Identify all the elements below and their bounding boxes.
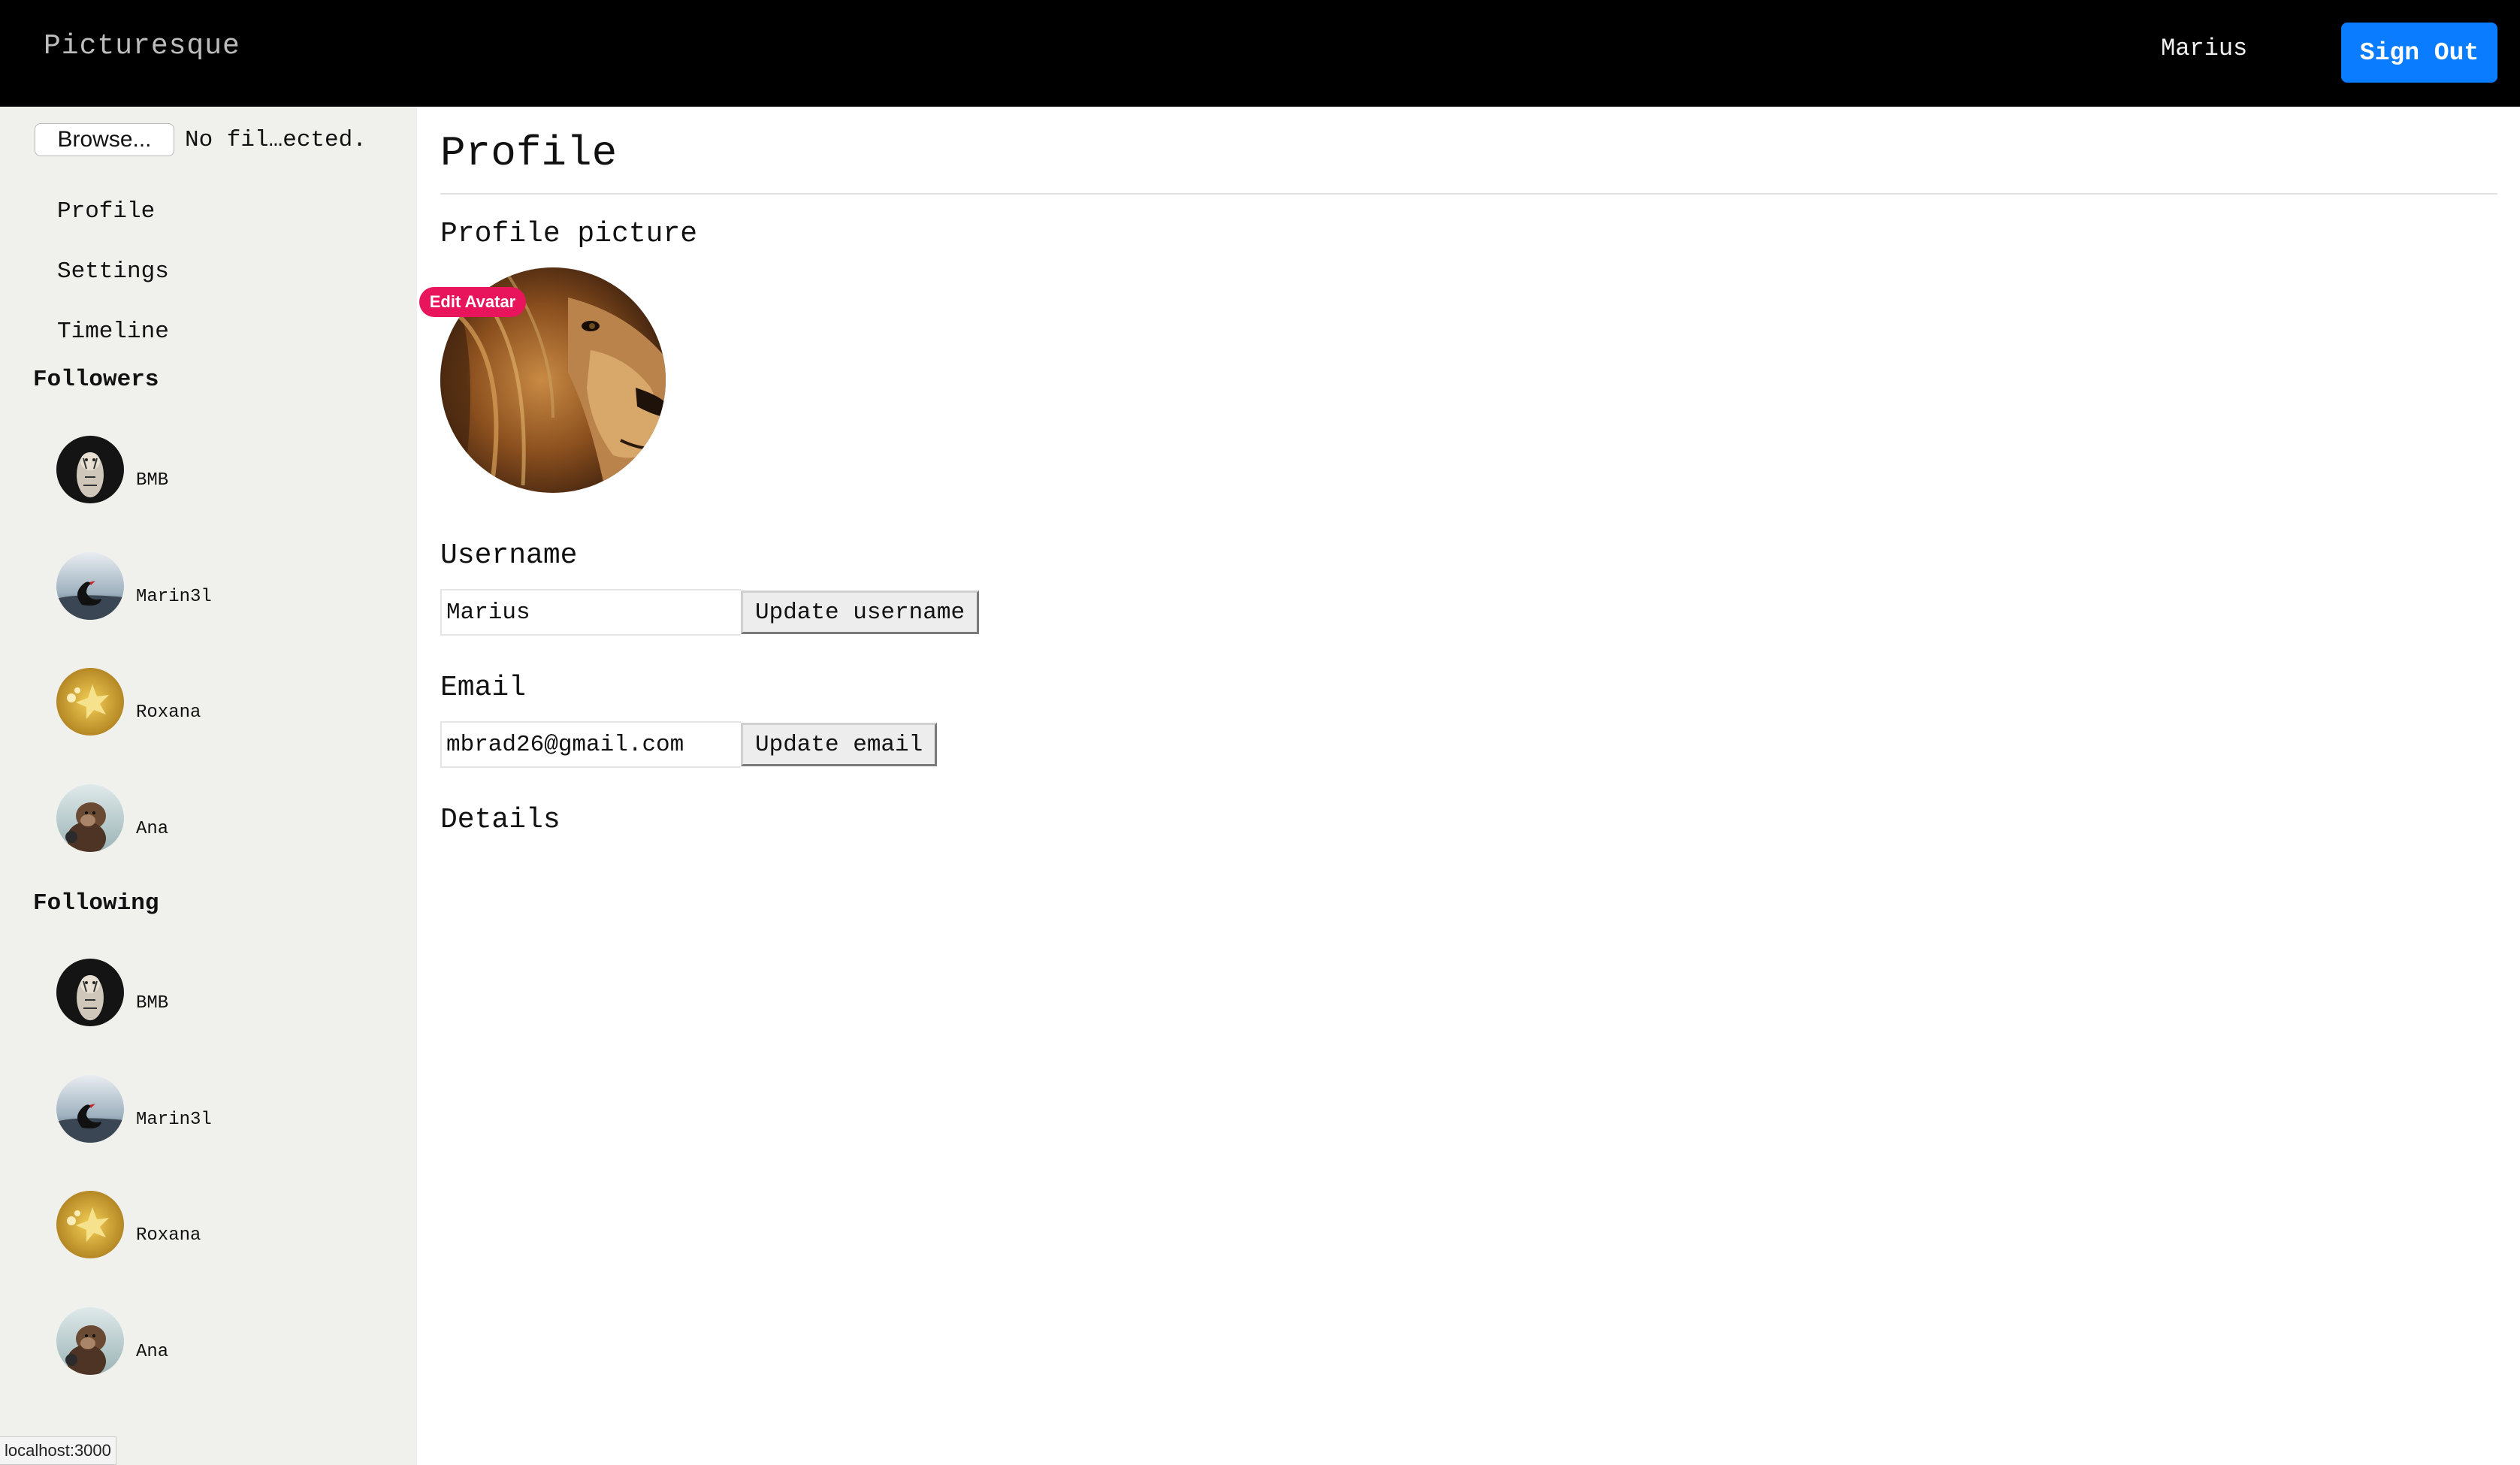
page-title: Profile (440, 129, 618, 177)
follower-item[interactable]: Ana (56, 784, 168, 852)
following-item[interactable]: BMB (56, 959, 168, 1026)
follower-item[interactable]: Roxana (56, 668, 201, 736)
follower-name: Ana (136, 818, 169, 839)
top-navbar: Picturesque Marius Sign Out (0, 0, 2520, 107)
update-email-button[interactable]: Update email (741, 723, 938, 766)
followers-heading: Followers (33, 367, 159, 393)
golden-avatar (56, 668, 124, 736)
following-heading: Following (33, 890, 159, 917)
email-form: Update email (440, 721, 938, 768)
brand-logo[interactable]: Picturesque (44, 30, 240, 62)
title-divider (440, 193, 2497, 195)
following-name: Roxana (136, 1225, 201, 1246)
tiger-avatar (56, 959, 124, 1026)
follower-item[interactable]: Marin3l (56, 552, 212, 620)
following-item[interactable]: Ana (56, 1307, 168, 1375)
tiger-avatar (56, 436, 124, 503)
following-item[interactable]: Roxana (56, 1191, 201, 1258)
sidebar-item-timeline[interactable]: Timeline (57, 319, 169, 345)
profile-picture-heading: Profile picture (440, 218, 698, 250)
sign-out-button[interactable]: Sign Out (2341, 23, 2497, 83)
username-input[interactable] (440, 589, 741, 636)
monkey-avatar (56, 1307, 124, 1375)
current-user-name[interactable]: Marius (2161, 35, 2247, 62)
file-status-text: No fil…ected. (185, 126, 367, 153)
sidebar-item-profile[interactable]: Profile (57, 198, 155, 225)
details-heading: Details (440, 804, 561, 836)
file-upload[interactable]: Browse... No fil…ected. (35, 123, 367, 156)
swan-avatar (56, 552, 124, 620)
follower-name: Roxana (136, 702, 201, 723)
following-item[interactable]: Marin3l (56, 1075, 212, 1143)
status-bar-url: localhost:3000 (0, 1436, 116, 1465)
username-heading: Username (440, 539, 578, 572)
swan-avatar (56, 1075, 124, 1143)
monkey-avatar (56, 784, 124, 852)
follower-name: BMB (136, 470, 169, 491)
sidebar: Browse... No fil…ected. Profile Settings… (0, 107, 417, 1465)
following-name: BMB (136, 992, 169, 1013)
golden-avatar (56, 1191, 124, 1258)
username-form: Update username (440, 589, 980, 636)
email-input[interactable] (440, 721, 741, 768)
follower-item[interactable]: BMB (56, 436, 168, 503)
edit-avatar-button[interactable]: Edit Avatar (419, 287, 526, 317)
sidebar-item-settings[interactable]: Settings (57, 258, 169, 285)
update-username-button[interactable]: Update username (741, 591, 980, 634)
follower-name: Marin3l (136, 586, 212, 607)
following-name: Marin3l (136, 1109, 212, 1130)
email-heading: Email (440, 672, 527, 704)
following-name: Ana (136, 1341, 169, 1362)
browse-button[interactable]: Browse... (35, 123, 174, 156)
